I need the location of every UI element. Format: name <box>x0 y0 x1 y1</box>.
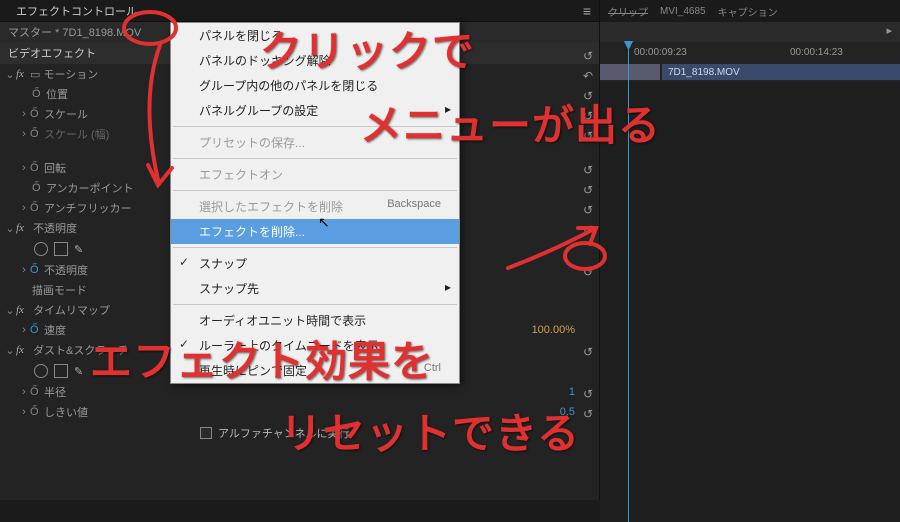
reset-icon[interactable]: ↺ <box>583 384 593 404</box>
rect-mask-icon[interactable] <box>54 242 68 256</box>
time-ruler[interactable]: 00:00:09:23 00:00:14:23 <box>600 42 900 62</box>
submenu-arrow-icon: ▸ <box>445 280 451 294</box>
stopwatch-icon[interactable]: Ő <box>30 162 44 174</box>
annotation-text: エフェクト効果を <box>90 328 434 389</box>
reset-icon[interactable]: ↺ <box>583 160 593 180</box>
menu-separator <box>173 247 457 248</box>
stopwatch-icon[interactable]: Ő <box>30 202 44 214</box>
menu-separator <box>173 158 457 159</box>
stopwatch-icon[interactable]: Ő <box>30 108 44 120</box>
panel-menu-button[interactable]: ≡ <box>583 3 591 19</box>
stopwatch-icon[interactable]: Ő <box>30 386 44 398</box>
tab-clip[interactable]: クリップ <box>608 4 648 19</box>
reset-icon[interactable]: ↺ <box>583 200 593 220</box>
stopwatch-icon[interactable]: Ő <box>30 324 44 336</box>
annotation-text: クリックで <box>260 18 475 79</box>
annotation-circle <box>560 240 610 276</box>
timecode-b: 00:00:14:23 <box>790 47 843 58</box>
timeline-header: ▸ <box>600 22 900 42</box>
stopwatch-icon: Ő <box>30 128 44 140</box>
pen-mask-icon[interactable]: ✎ <box>74 365 83 378</box>
menu-remove-effects[interactable]: エフェクトを削除... <box>171 219 459 244</box>
tab-mvi[interactable]: MVI_4685 <box>660 6 706 17</box>
menu-snap-to[interactable]: スナップ先▸ <box>171 276 459 301</box>
annotation-text: リセットできる <box>280 400 580 461</box>
right-tabs: クリップ MVI_4685 キャプション <box>600 0 900 22</box>
annotation-arrow <box>130 40 190 200</box>
timecode-a: 00:00:09:23 <box>634 47 687 58</box>
menu-separator <box>173 304 457 305</box>
tab-caption[interactable]: キャプション <box>718 4 778 19</box>
menu-snap[interactable]: ✓スナップ <box>171 251 459 276</box>
annotation-text: メニューが出る <box>360 92 661 153</box>
reset-icon[interactable]: ↺ <box>583 180 593 200</box>
pen-mask-icon[interactable]: ✎ <box>74 243 83 256</box>
reset-icon[interactable]: ↺ <box>583 342 593 362</box>
ellipse-mask-icon[interactable] <box>34 242 48 256</box>
clip-track: 7D1_8198.MOV <box>600 62 900 82</box>
checkbox-icon[interactable] <box>200 427 212 439</box>
menu-remove-selected: 選択したエフェクトを削除Backspace <box>171 194 459 219</box>
menu-effect-on: エフェクトオン <box>171 162 459 187</box>
timeline-panel: クリップ MVI_4685 キャプション ▸ 00:00:09:23 00:00… <box>600 0 900 500</box>
stopwatch-icon[interactable]: Ő <box>32 182 46 194</box>
reset-icon[interactable]: ↺ <box>583 46 593 66</box>
stopwatch-icon[interactable]: Ő <box>30 264 44 276</box>
clip-segment[interactable] <box>600 64 660 80</box>
cursor-icon: ↖ <box>318 214 330 231</box>
panel-arrow-icon[interactable]: ▸ <box>886 24 892 37</box>
stopwatch-icon[interactable]: Ő <box>32 88 46 100</box>
rect-mask-icon[interactable] <box>54 364 68 378</box>
stopwatch-icon[interactable]: Ő <box>30 406 44 418</box>
reset-icon[interactable]: ↶ <box>583 66 593 86</box>
menu-separator <box>173 190 457 191</box>
clip-segment-main[interactable]: 7D1_8198.MOV <box>662 64 900 80</box>
check-icon: ✓ <box>179 255 189 269</box>
reset-icon[interactable]: ↺ <box>583 404 593 424</box>
ellipse-mask-icon[interactable] <box>34 364 48 378</box>
